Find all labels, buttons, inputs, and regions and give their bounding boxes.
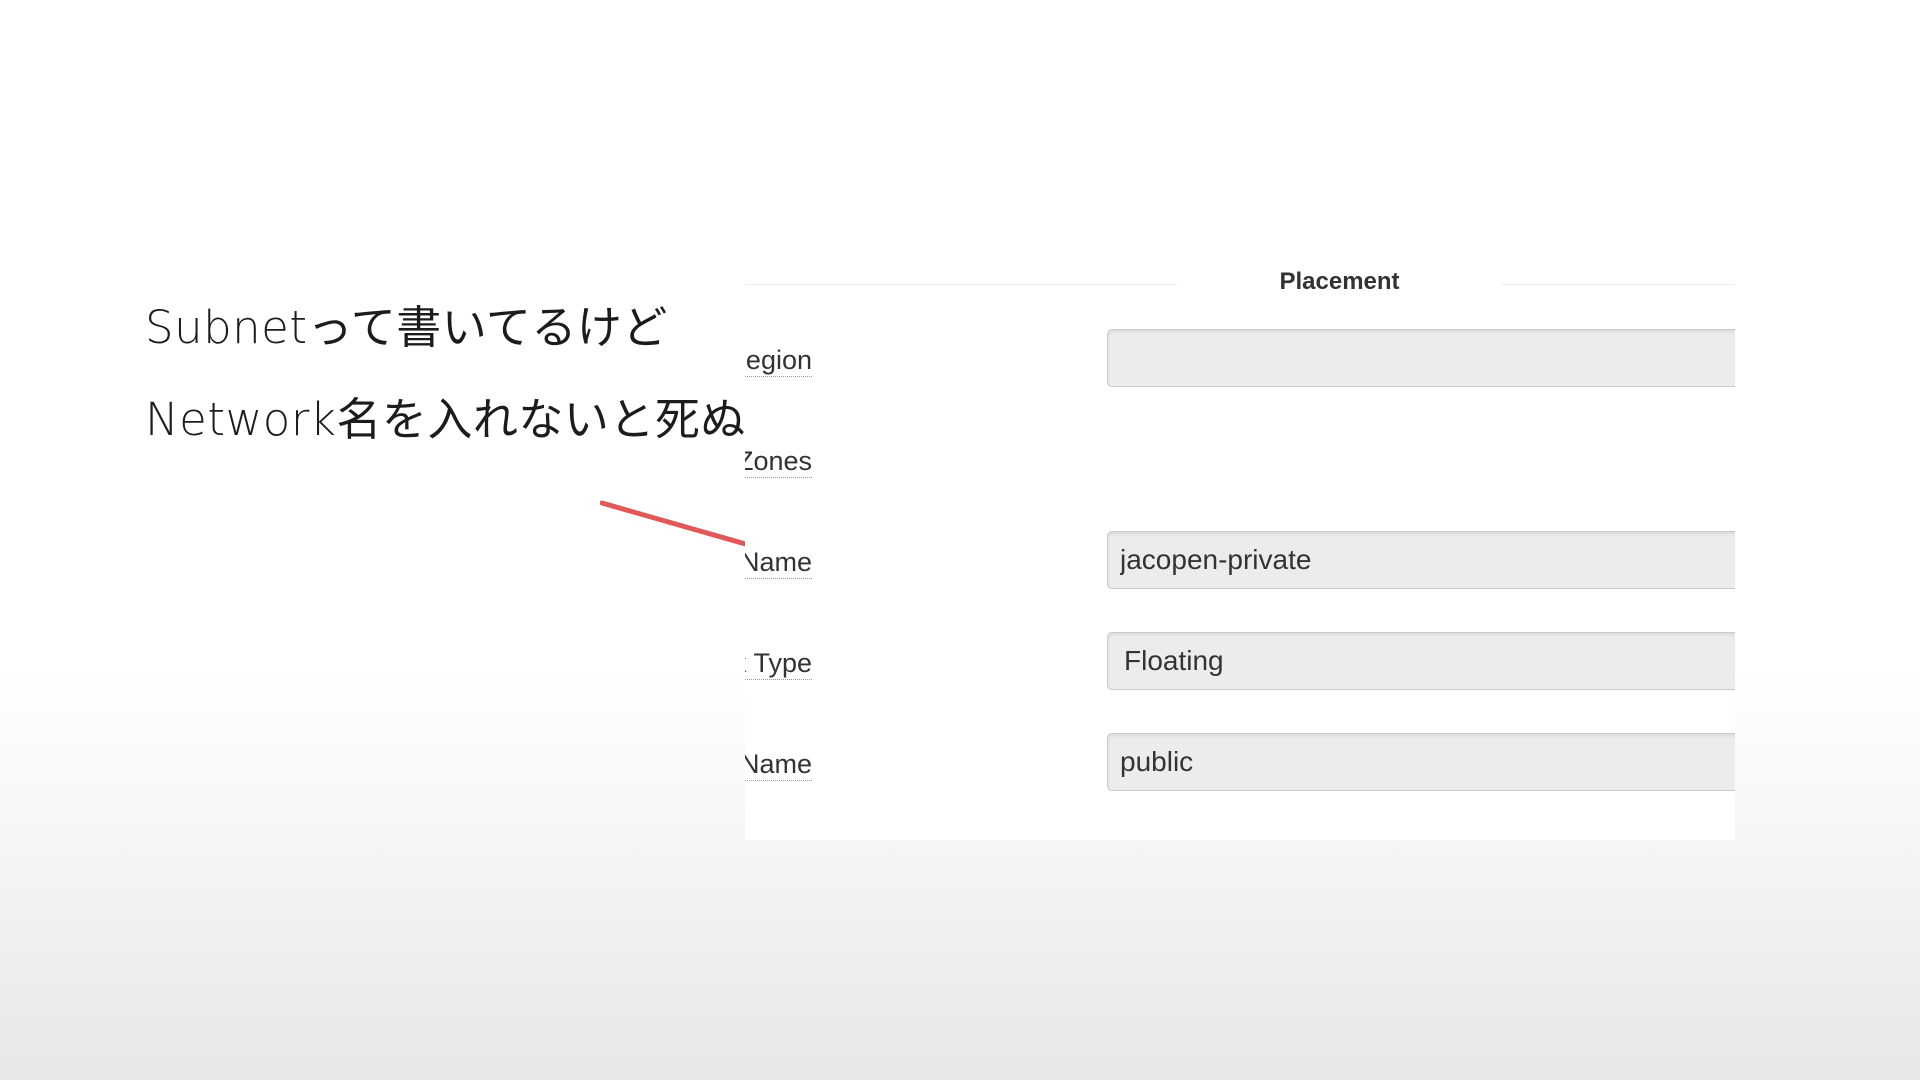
- form-row-availability-zones: Availability Zones: [745, 430, 1735, 492]
- region-input[interactable]: [1107, 329, 1735, 387]
- public-network-type-label: Public Network Type: [745, 648, 812, 680]
- slide-annotation-text: Subnetって書いてるけど Network名を入れないと死ぬ: [145, 282, 746, 466]
- public-subnet-name-input[interactable]: [1107, 733, 1735, 791]
- header-divider-left: [745, 284, 1177, 285]
- form-row-public-network-type: Public Network Type: [745, 632, 1735, 694]
- subnet-name-input[interactable]: [1107, 531, 1735, 589]
- availability-zones-label: Availability Zones: [745, 446, 812, 478]
- subnet-name-label: Subnet Name: [745, 547, 812, 579]
- placement-form-screenshot: Placement Region Availability Zones Subn…: [745, 245, 1735, 840]
- section-header: Placement: [745, 259, 1735, 303]
- annotation-line-2: Network名を入れないと死ぬ: [145, 393, 746, 446]
- form-row-region: Region: [745, 329, 1735, 391]
- header-divider-right: [1502, 284, 1735, 285]
- section-title: Placement: [1279, 268, 1400, 295]
- annotation-line-1: Subnetって書いてるけど: [145, 301, 668, 354]
- region-label: Region: [745, 345, 812, 377]
- form-row-public-subnet-name: Public Subnet Name: [745, 733, 1735, 795]
- form-row-subnet-name: Subnet Name: [745, 531, 1735, 593]
- public-subnet-name-label: Public Subnet Name: [745, 749, 812, 781]
- public-network-type-select[interactable]: [1107, 632, 1735, 690]
